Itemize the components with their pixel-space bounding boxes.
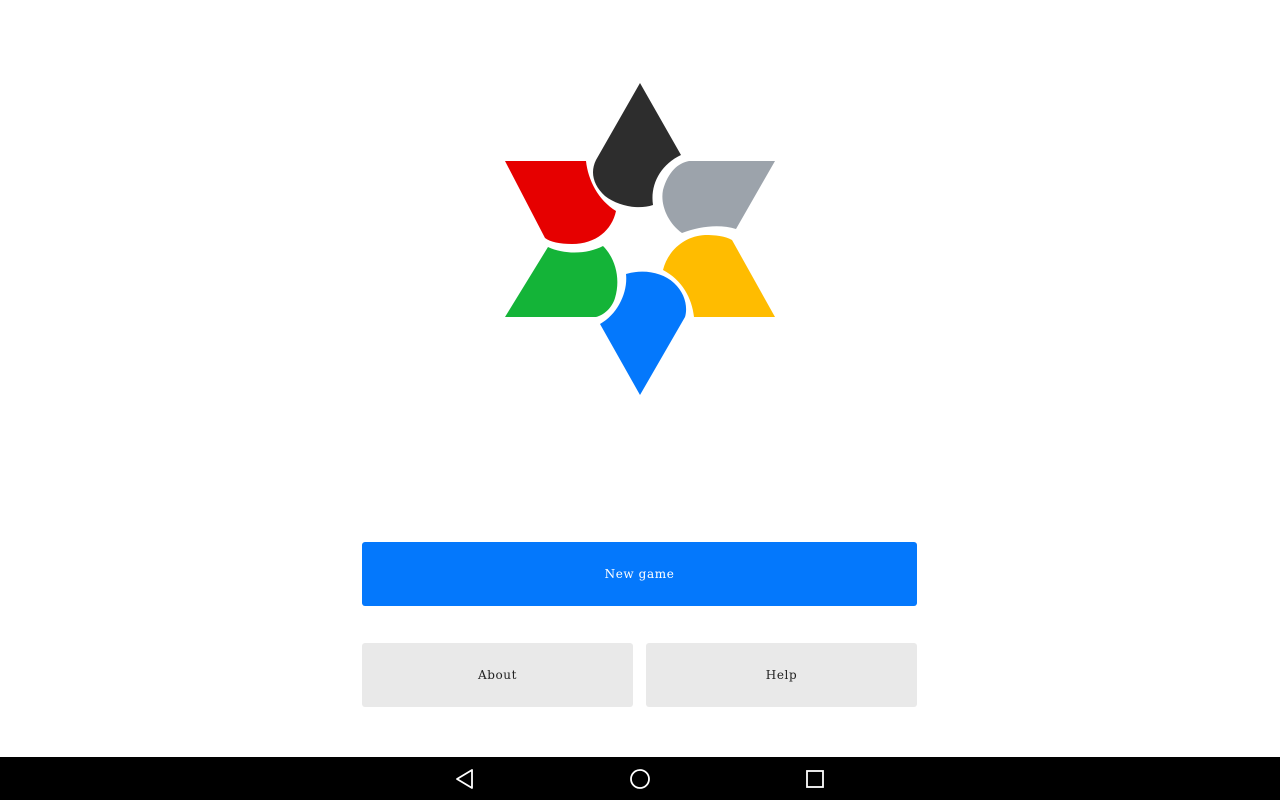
back-button[interactable] bbox=[435, 757, 495, 800]
new-game-button[interactable]: New game bbox=[362, 542, 917, 606]
home-button[interactable] bbox=[610, 757, 670, 800]
recents-button[interactable] bbox=[785, 757, 845, 800]
logo-piece-lower-left bbox=[505, 246, 618, 317]
back-triangle-icon bbox=[456, 768, 473, 789]
system-navigation-bar bbox=[0, 757, 1280, 800]
about-button[interactable]: About bbox=[362, 643, 633, 707]
recents-square-icon bbox=[806, 769, 824, 788]
help-button[interactable]: Help bbox=[646, 643, 917, 707]
logo-piece-upper-right bbox=[662, 161, 775, 233]
hexastar-logo-icon bbox=[505, 83, 775, 395]
main-menu-screen: New game About Help bbox=[0, 0, 1280, 800]
game-logo bbox=[490, 70, 790, 410]
home-circle-icon bbox=[630, 768, 650, 789]
